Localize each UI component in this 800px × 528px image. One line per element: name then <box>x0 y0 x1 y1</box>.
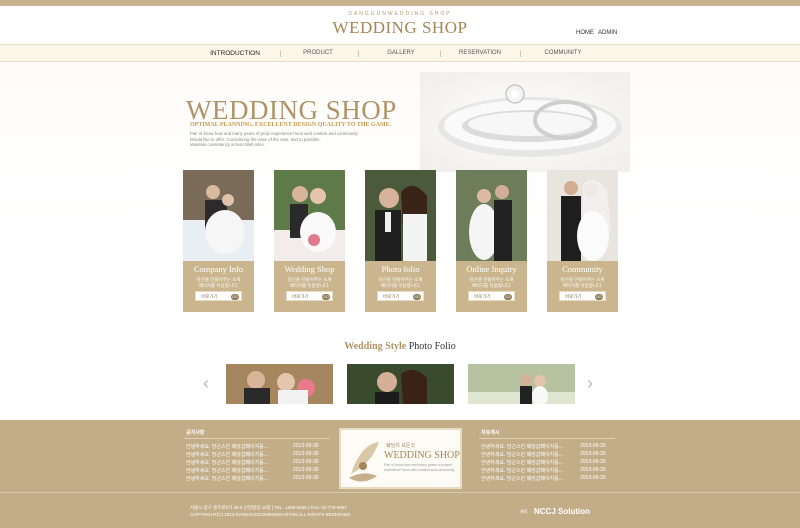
card-description: 당신을 만들어주는 소개 페이지를 이용합니다. <box>368 277 433 289</box>
nav-reservation[interactable]: RESERVATION <box>440 50 520 56</box>
board-item[interactable]: 안녕하세요. 당근스킨 웨딩샵페이지를... <box>481 475 563 482</box>
card-title: Community <box>562 264 603 274</box>
brand-logo[interactable]: NCCJ Solution <box>534 507 590 516</box>
logo[interactable]: WEDDING SHOP <box>0 18 800 38</box>
banner-title: WEDDING SHOP <box>384 450 460 461</box>
brand-prefix: 제작 <box>520 509 528 514</box>
go-icon: GO <box>413 293 421 300</box>
copyright: COPYRIGHT(C) 2013 DANGGUNCOMMUNICATION A… <box>190 512 351 517</box>
go-icon: GO <box>231 293 239 300</box>
board-date: 2013-09-30 <box>580 443 606 449</box>
card-go-button[interactable]: 바로가기 GO <box>468 291 515 301</box>
card-desc-line: 페이지를 이용합니다. <box>380 283 421 288</box>
notice-item[interactable]: 안녕하세요. 당근스킨 웨딩샵페이지를... <box>186 443 268 450</box>
card-description: 당신을 만들어주는 소개 페이지를 이용합니다. <box>459 277 524 289</box>
header: DANGGUNWEDDING SHOP WEDDING SHOP HOME AD… <box>0 6 800 44</box>
card-button-label: 바로가기 <box>474 294 491 299</box>
card-title: Photo folio <box>381 264 420 274</box>
home-link[interactable]: HOME <box>576 30 594 36</box>
notice-divider <box>184 438 330 439</box>
folio-heading-accent: Wedding Style <box>344 341 407 352</box>
card-title: Online Inquiry <box>466 264 517 274</box>
folio-heading-rest: Photo Folio <box>408 341 456 352</box>
couple-photo <box>365 170 436 261</box>
go-icon: GO <box>595 293 603 300</box>
board-date: 2013-09-30 <box>580 467 606 473</box>
card-button-label: 바로가기 <box>201 294 218 299</box>
admin-link[interactable]: ADMIN <box>598 30 617 36</box>
footer-divider <box>0 492 800 493</box>
board-divider <box>479 438 615 439</box>
nav-introduction[interactable]: INTRODUCTION <box>195 50 275 57</box>
card-go-button[interactable]: 바로가기 GO <box>377 291 424 301</box>
flower-icon <box>349 442 379 482</box>
notice-date: 2013-09-30 <box>293 451 319 457</box>
card-desc-line: 페이지를 이용합니다. <box>471 283 512 288</box>
board-date: 2013-09-30 <box>580 475 606 481</box>
hero-description: Pair of know how and many years of proje… <box>190 131 390 148</box>
card-company-info[interactable]: Company Info 당신을 만들어주는 소개 페이지를 이용합니다. 바로가… <box>183 170 254 312</box>
prev-arrow-icon[interactable]: ‹ <box>203 373 209 393</box>
board-date: 2013-09-30 <box>580 451 606 457</box>
footer-banner[interactable]: 웨딩의 모든것 WEDDING SHOP Pair of know how an… <box>339 428 462 489</box>
card-description: 당신을 만들어주는 소개 페이지를 이용합니다. <box>186 277 251 289</box>
couple-photo <box>183 170 254 261</box>
notice-item[interactable]: 안녕하세요. 당근스킨 웨딩샵페이지를... <box>186 475 268 482</box>
board-item[interactable]: 안녕하세요. 당근스킨 웨딩샵페이지를... <box>481 467 563 474</box>
notice-date: 2013-09-30 <box>293 467 319 473</box>
nav-divider <box>520 50 521 57</box>
nav-divider <box>358 50 359 57</box>
company-address: 서울시 중구 충무로2가 49-5 신일빌딩 10층 | TEL. 1588-0… <box>190 505 347 510</box>
notice-item[interactable]: 안녕하세요. 당근스킨 웨딩샵페이지를... <box>186 467 268 474</box>
banner-subtitle: 웨딩의 모든것 <box>386 443 415 449</box>
main-nav: INTRODUCTION PRODUCT GALLERY RESERVATION… <box>0 44 800 62</box>
card-desc-line: 페이지를 이용합니다. <box>198 283 239 288</box>
card-go-button[interactable]: 바로가기 GO <box>559 291 606 301</box>
hero-subtitle: OPTIMAL PLANNING, EXCELLENT DESIGN QUALI… <box>190 122 392 128</box>
notice-item[interactable]: 안녕하세요. 당근스킨 웨딩샵페이지를... <box>186 451 268 458</box>
card-online-inquiry[interactable]: Online Inquiry 당신을 만들어주는 소개 페이지를 이용합니다. 바… <box>456 170 527 312</box>
folio-photo-1[interactable] <box>226 364 333 404</box>
notice-heading[interactable]: 공지사항 <box>186 429 204 436</box>
card-go-button[interactable]: 바로가기 GO <box>195 291 242 301</box>
board-date: 2013-09-30 <box>580 459 606 465</box>
notice-date: 2013-09-30 <box>293 443 319 449</box>
couple-photo <box>456 170 527 261</box>
logo-subtitle: DANGGUNWEDDING SHOP <box>348 11 452 17</box>
card-community[interactable]: Community 당신을 만들어주는 소개 페이지를 이용합니다. 바로가기 GO <box>547 170 618 312</box>
card-photo-folio[interactable]: Photo folio 당신을 만들어주는 소개 페이지를 이용합니다. 바로가기… <box>365 170 436 312</box>
folio-photo-3[interactable] <box>468 364 575 404</box>
board-item[interactable]: 안녕하세요. 당근스킨 웨딩샵페이지를... <box>481 459 563 466</box>
nav-product[interactable]: PRODUCT <box>278 50 358 56</box>
hero-desc-line: Maintain consistency across Web sites. <box>190 142 265 147</box>
card-go-button[interactable]: 바로가기 GO <box>286 291 333 301</box>
card-button-label: 바로가기 <box>383 294 400 299</box>
notice-item[interactable]: 안녕하세요. 당근스킨 웨딩샵페이지를... <box>186 459 268 466</box>
card-button-label: 바로가기 <box>292 294 309 299</box>
notice-date: 2013-09-30 <box>293 459 319 465</box>
board-heading[interactable]: 자유게시 <box>481 429 499 436</box>
notice-date: 2013-09-30 <box>293 475 319 481</box>
board-item[interactable]: 안녕하세요. 당근스킨 웨딩샵페이지를... <box>481 443 563 450</box>
card-desc-line: 페이지를 이용합니다. <box>289 283 330 288</box>
next-arrow-icon[interactable]: › <box>587 373 593 393</box>
card-button-label: 바로가기 <box>565 294 582 299</box>
folio-heading: Wedding Style Photo Folio <box>0 341 800 352</box>
card-desc-line: 페이지를 이용합니다. <box>562 283 603 288</box>
couple-photo <box>547 170 618 261</box>
card-title: Wedding Shop <box>284 264 335 274</box>
folio-photo-2[interactable] <box>347 364 454 404</box>
nav-gallery[interactable]: GALLERY <box>361 50 441 56</box>
banner-description: Pair of know how and many years of proje… <box>384 463 455 472</box>
board-item[interactable]: 안녕하세요. 당근스킨 웨딩샵페이지를... <box>481 451 563 458</box>
card-wedding-shop[interactable]: Wedding Shop 당신을 만들어주는 소개 페이지를 이용합니다. 바로가… <box>274 170 345 312</box>
card-description: 당신을 만들어주는 소개 페이지를 이용합니다. <box>550 277 615 289</box>
couple-photo <box>274 170 345 261</box>
ring-image <box>420 72 630 172</box>
card-description: 당신을 만들어주는 소개 페이지를 이용합니다. <box>277 277 342 289</box>
go-icon: GO <box>504 293 512 300</box>
go-icon: GO <box>322 293 330 300</box>
card-title: Company Info <box>193 264 244 274</box>
nav-community[interactable]: COMMUNITY <box>523 50 603 56</box>
